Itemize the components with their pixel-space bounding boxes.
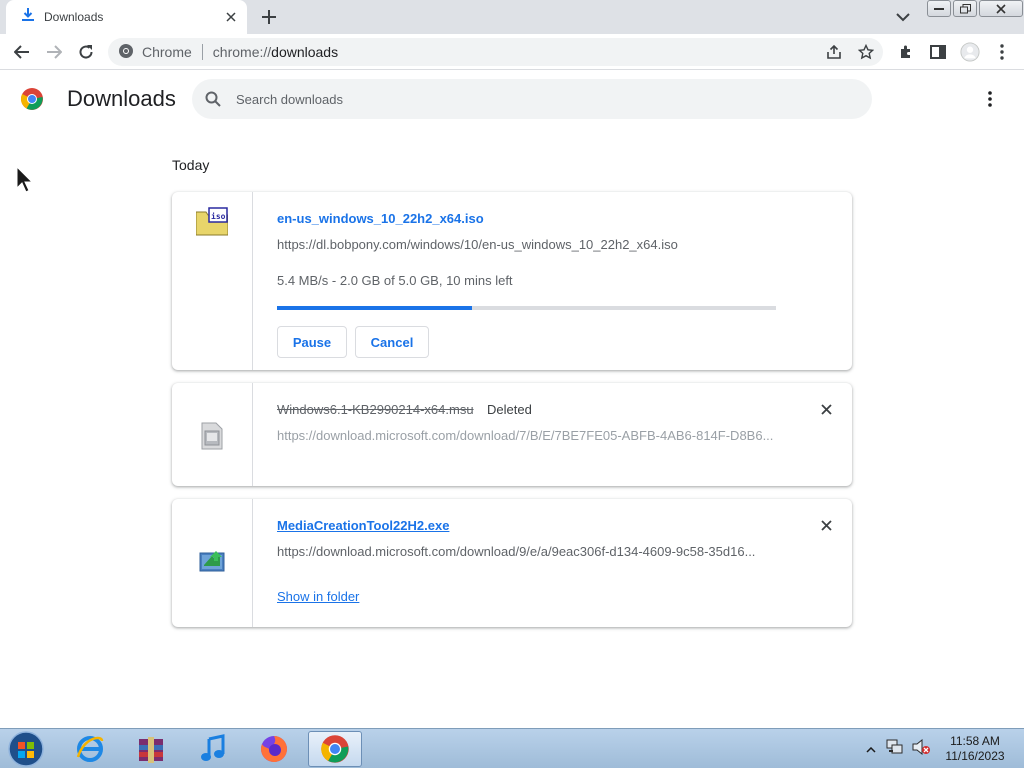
file-icon-column xyxy=(172,499,253,627)
tab-title: Downloads xyxy=(44,10,104,24)
start-button[interactable] xyxy=(6,730,46,768)
tab-strip: Downloads xyxy=(0,0,1024,34)
clock-date: 11/16/2023 xyxy=(945,749,1005,763)
reload-icon[interactable] xyxy=(76,42,96,62)
side-panel-icon[interactable] xyxy=(928,42,948,62)
ie-icon[interactable] xyxy=(63,731,117,767)
url-scheme: chrome:// xyxy=(212,44,272,60)
search-icon xyxy=(204,90,222,108)
close-window-button[interactable] xyxy=(979,0,1023,17)
deleted-tag: Deleted xyxy=(487,402,532,417)
remove-from-list-icon[interactable] xyxy=(818,517,834,533)
file-name-link[interactable]: MediaCreationTool22H2.exe xyxy=(277,518,449,533)
tab-downloads[interactable]: Downloads xyxy=(6,0,247,34)
mouse-cursor-icon xyxy=(16,165,38,194)
file-url: https://download.microsoft.com/download/… xyxy=(277,544,756,559)
volume-muted-icon[interactable] xyxy=(912,738,930,760)
iso-file-icon: iso xyxy=(195,206,229,238)
page-title: Downloads xyxy=(67,86,176,111)
chrome-logo-icon xyxy=(20,87,44,111)
chrome-icon[interactable] xyxy=(308,731,362,767)
back-icon[interactable] xyxy=(12,42,32,62)
address-bar[interactable]: Chrome chrome://downloads xyxy=(108,38,883,66)
search-downloads-box[interactable] xyxy=(192,79,872,119)
omnibox-divider xyxy=(201,44,203,60)
browser-toolbar: Chrome chrome://downloads xyxy=(0,34,1024,70)
file-icon-column: iso xyxy=(172,192,253,370)
cancel-button[interactable]: Cancel xyxy=(355,326,429,358)
downloads-header: Downloads xyxy=(0,71,1024,127)
share-icon[interactable] xyxy=(824,42,844,62)
show-hidden-icons-icon[interactable] xyxy=(866,740,876,758)
clock-time: 11:58 AM xyxy=(950,734,1000,748)
search-input[interactable] xyxy=(236,91,836,107)
download-progress-bar xyxy=(277,306,776,310)
download-status: 5.4 MB/s - 2.0 GB of 5.0 GB, 10 mins lef… xyxy=(277,273,513,288)
browser-menu-icon[interactable] xyxy=(992,42,1012,62)
download-item-in-progress: iso en-us_windows_10_22h2_x64.iso https:… xyxy=(172,192,852,370)
file-name-deleted: Windows6.1-KB2990214-x64.msu xyxy=(277,402,474,417)
minimize-button[interactable] xyxy=(927,0,951,17)
windows-taskbar: 11:58 AM 11/16/2023 xyxy=(0,728,1024,768)
svg-text:iso: iso xyxy=(211,211,226,221)
tab-search-chevron-icon[interactable] xyxy=(896,9,914,25)
window-controls xyxy=(927,0,1024,18)
extensions-icon[interactable] xyxy=(896,42,916,62)
remove-from-list-icon[interactable] xyxy=(818,401,834,417)
progress-fill xyxy=(277,306,472,310)
site-info[interactable]: Chrome xyxy=(108,43,192,62)
download-item-complete: MediaCreationTool22H2.exe https://downlo… xyxy=(172,499,852,627)
close-tab-icon[interactable] xyxy=(223,9,239,25)
download-details: en-us_windows_10_22h2_x64.iso https://dl… xyxy=(277,192,852,370)
itunes-icon[interactable] xyxy=(186,731,240,767)
file-icon-column xyxy=(172,383,253,486)
firefox-icon[interactable] xyxy=(247,731,301,767)
new-tab-button[interactable] xyxy=(259,8,279,26)
date-header: Today xyxy=(172,157,210,173)
exe-file-icon xyxy=(196,545,228,577)
url-path: downloads xyxy=(271,44,339,60)
download-icon xyxy=(22,7,34,27)
msu-file-icon xyxy=(196,419,228,451)
more-actions-icon[interactable] xyxy=(978,89,1002,109)
file-url: https://download.microsoft.com/download/… xyxy=(277,428,774,443)
profile-avatar-icon[interactable] xyxy=(960,42,980,62)
file-name-link[interactable]: en-us_windows_10_22h2_x64.iso xyxy=(277,211,484,226)
pause-button[interactable]: Pause xyxy=(277,326,347,358)
show-in-folder-link[interactable]: Show in folder xyxy=(277,589,359,604)
url-text: chrome://downloads xyxy=(213,44,338,60)
network-icon[interactable] xyxy=(886,739,904,760)
forward-icon[interactable] xyxy=(44,42,64,62)
system-tray xyxy=(866,729,930,768)
download-details: Windows6.1-KB2990214-x64.msu Deleted htt… xyxy=(277,383,852,486)
taskbar-clock[interactable]: 11:58 AM 11/16/2023 xyxy=(940,734,1010,764)
site-label: Chrome xyxy=(142,44,192,60)
file-url: https://dl.bobpony.com/windows/10/en-us_… xyxy=(277,237,678,252)
download-details: MediaCreationTool22H2.exe https://downlo… xyxy=(277,499,852,627)
bookmark-star-icon[interactable] xyxy=(856,42,876,62)
winrar-icon[interactable] xyxy=(124,731,178,767)
chrome-site-icon xyxy=(118,43,134,62)
download-item-deleted: Windows6.1-KB2990214-x64.msu Deleted htt… xyxy=(172,383,852,486)
restore-button[interactable] xyxy=(953,0,977,17)
